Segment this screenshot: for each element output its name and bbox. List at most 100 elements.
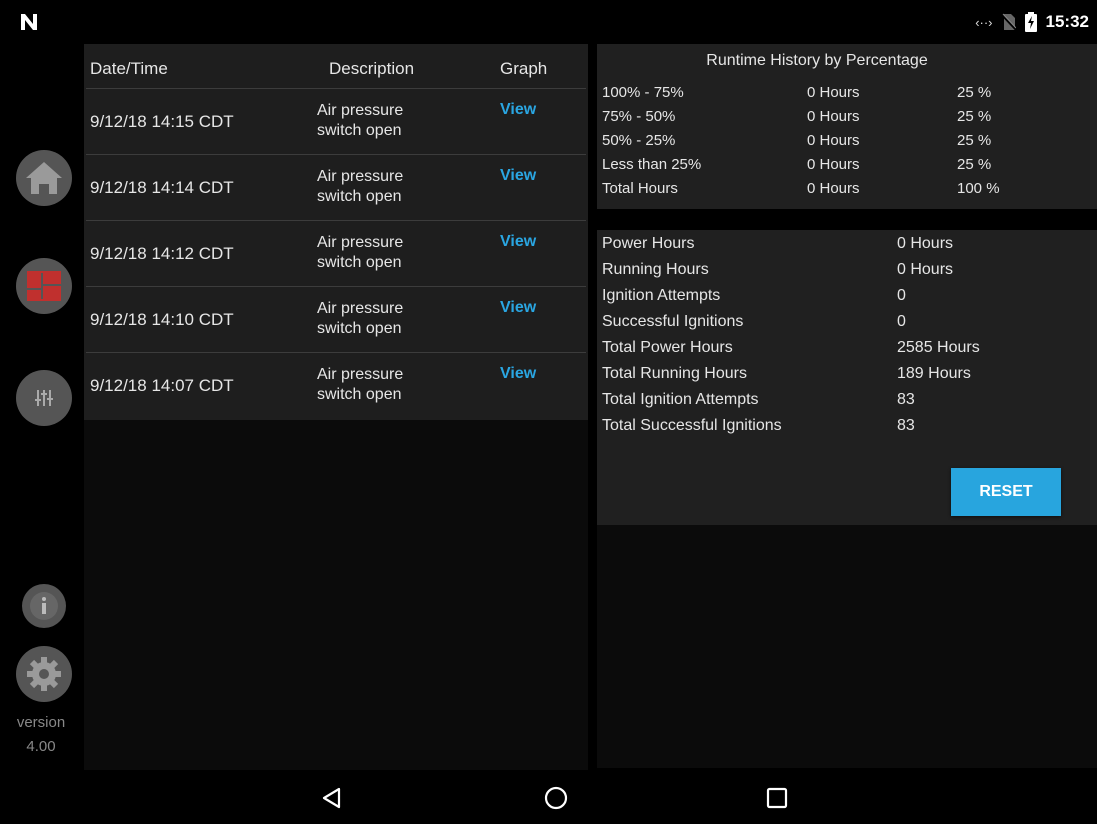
stat-label: Total Ignition Attempts xyxy=(602,391,759,408)
reset-button[interactable]: RESET xyxy=(951,468,1061,516)
stat-label: Total Running Hours xyxy=(602,365,747,382)
event-description-line2: switch open xyxy=(317,188,402,205)
event-description-line2: switch open xyxy=(317,320,402,337)
stat-label: Total Power Hours xyxy=(602,339,733,356)
no-sim-icon xyxy=(1001,13,1016,31)
row-divider xyxy=(86,286,586,287)
event-date: 9/12/18 14:12 CDT xyxy=(90,244,234,263)
event-description-line1: Air pressure xyxy=(317,234,404,251)
header-description: Description xyxy=(329,59,415,78)
code-icon: ‹··› xyxy=(975,14,993,30)
event-description-line1: Air pressure xyxy=(317,168,404,185)
event-description: Air pressure switch open xyxy=(317,365,457,405)
home-nav-button[interactable] xyxy=(541,783,571,813)
row-divider xyxy=(86,220,586,221)
row-divider xyxy=(86,154,586,155)
row-divider xyxy=(86,352,586,353)
event-description-line1: Air pressure xyxy=(317,300,404,317)
status-bar: ‹··› 15:32 xyxy=(0,8,1097,38)
stat-value: 83 xyxy=(897,417,915,434)
event-description: Air pressure switch open xyxy=(317,233,457,273)
event-description: Air pressure switch open xyxy=(317,167,457,207)
grid-icon xyxy=(27,271,61,301)
event-date: 9/12/18 14:07 CDT xyxy=(90,376,234,395)
sliders-icon xyxy=(35,390,53,406)
view-graph-link[interactable]: View xyxy=(500,299,536,317)
view-graph-link[interactable]: View xyxy=(500,101,536,119)
event-date: 9/12/18 14:14 CDT xyxy=(90,178,234,197)
version-number: 4.00 xyxy=(26,738,56,755)
event-description-line1: Air pressure xyxy=(317,102,404,119)
table-row: 9/12/18 14:10 CDT Air pressure switch op… xyxy=(84,286,588,352)
runtime-hours: 0 Hours xyxy=(807,156,860,173)
stat-value: 0 xyxy=(897,313,906,330)
battery-charging-icon xyxy=(1024,12,1037,32)
runtime-percent: 25 % xyxy=(957,156,992,173)
runtime-range: 75% - 50% xyxy=(602,108,676,125)
event-date: 9/12/18 14:15 CDT xyxy=(90,112,234,131)
sidebar: version 4.00 xyxy=(0,38,82,770)
runtime-range: 100% - 75% xyxy=(602,84,684,101)
stat-value: 0 Hours xyxy=(897,235,954,252)
clock: 15:32 xyxy=(1045,12,1089,31)
event-description-line2: switch open xyxy=(317,122,402,139)
runtime-percent: 25 % xyxy=(957,84,992,101)
stat-value: 2585 Hours xyxy=(897,339,980,356)
right-empty-area xyxy=(597,525,1097,768)
header-graph: Graph xyxy=(500,59,548,78)
table-row: 9/12/18 14:12 CDT Air pressure switch op… xyxy=(84,220,588,286)
navigation-bar xyxy=(0,770,1097,824)
home-button[interactable] xyxy=(16,150,72,206)
recents-icon xyxy=(766,787,788,809)
back-icon xyxy=(322,787,341,809)
version-label: version xyxy=(16,714,66,731)
home-icon xyxy=(26,162,62,194)
header-date: Date/Time xyxy=(90,59,168,78)
table-row: 9/12/18 14:14 CDT Air pressure switch op… xyxy=(84,154,588,220)
stat-label: Successful Ignitions xyxy=(602,313,744,330)
view-graph-link[interactable]: View xyxy=(500,233,536,251)
ignition-stats-panel: Power Hours 0 Hours Running Hours 0 Hour… xyxy=(597,230,1097,525)
table-row: 9/12/18 14:15 CDT Air pressure switch op… xyxy=(84,88,588,154)
runtime-range: Total Hours xyxy=(602,180,678,197)
dashboard-button[interactable] xyxy=(16,258,72,314)
home-circle-icon xyxy=(544,786,568,810)
runtime-range: 50% - 25% xyxy=(602,132,676,149)
event-description: Air pressure switch open xyxy=(317,299,457,339)
back-button[interactable] xyxy=(316,783,346,813)
event-description-line2: switch open xyxy=(317,254,402,271)
stat-label: Running Hours xyxy=(602,261,709,278)
view-graph-link[interactable]: View xyxy=(500,365,536,383)
runtime-hours: 0 Hours xyxy=(807,132,860,149)
stat-value: 0 Hours xyxy=(897,261,954,278)
n-logo-icon xyxy=(21,14,37,30)
recents-button[interactable] xyxy=(762,783,792,813)
stat-value: 189 Hours xyxy=(897,365,971,382)
runtime-hours: 0 Hours xyxy=(807,108,860,125)
runtime-history-title: Runtime History by Percentage xyxy=(706,52,928,69)
runtime-range: Less than 25% xyxy=(602,156,702,173)
stat-label: Power Hours xyxy=(602,235,695,252)
gear-icon xyxy=(27,657,61,691)
row-divider xyxy=(86,88,586,89)
event-description-line1: Air pressure xyxy=(317,366,404,383)
runtime-hours: 0 Hours xyxy=(807,180,860,197)
view-graph-link[interactable]: View xyxy=(500,167,536,185)
sliders-button[interactable] xyxy=(16,370,72,426)
event-description: Air pressure switch open xyxy=(317,101,457,141)
table-row: 9/12/18 14:07 CDT Air pressure switch op… xyxy=(84,352,588,418)
table-header: Date/Time Description Graph xyxy=(84,44,588,88)
stat-label: Ignition Attempts xyxy=(602,287,721,304)
runtime-percent: 25 % xyxy=(957,132,992,149)
stat-label: Total Successful Ignitions xyxy=(602,417,782,434)
info-button[interactable] xyxy=(22,584,66,628)
runtime-percent: 25 % xyxy=(957,108,992,125)
stat-value: 83 xyxy=(897,391,915,408)
runtime-percent: 100 % xyxy=(957,180,1000,197)
runtime-history-panel: Runtime History by Percentage 100% - 75%… xyxy=(597,44,1097,209)
settings-button[interactable] xyxy=(16,646,72,702)
events-empty-area xyxy=(84,420,588,772)
info-icon xyxy=(30,592,58,620)
event-description-line2: switch open xyxy=(317,386,402,403)
stat-value: 0 xyxy=(897,287,906,304)
